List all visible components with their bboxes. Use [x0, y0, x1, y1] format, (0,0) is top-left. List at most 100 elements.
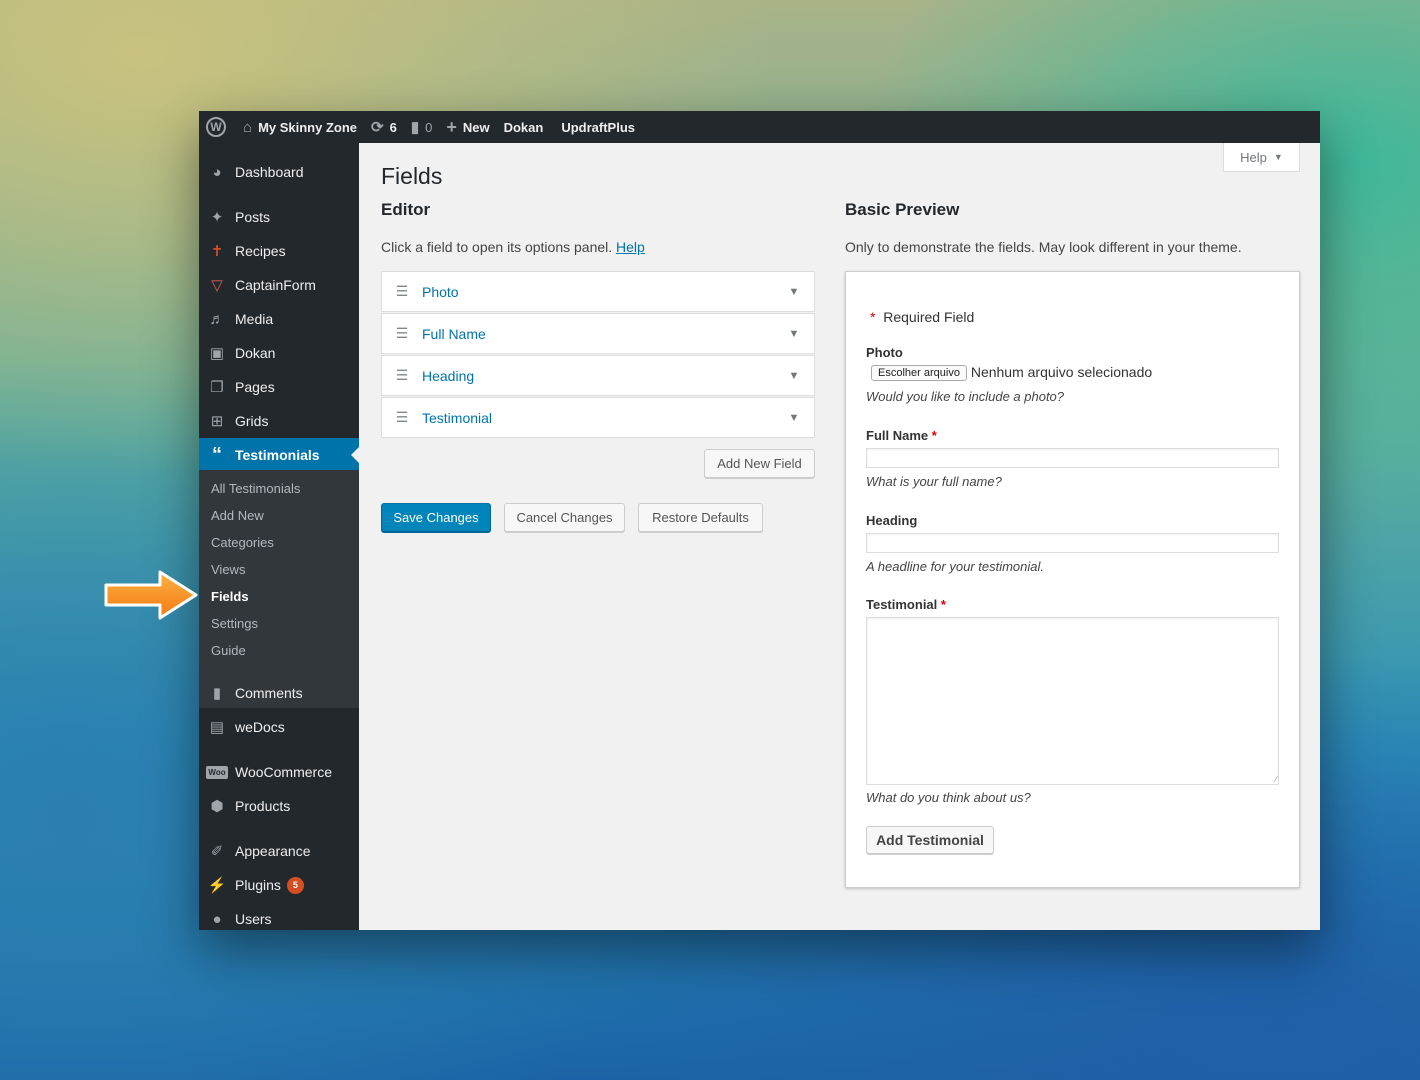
save-changes-button[interactable]: Save Changes [381, 503, 491, 532]
preview-panel: * Required Field Photo Escolher arquivo … [845, 271, 1300, 888]
sidebar-item-woocommerce[interactable]: Woo WooCommerce [199, 755, 359, 789]
heading-input[interactable] [866, 533, 1279, 553]
required-asterisk: * [940, 597, 946, 612]
fullname-label: Full Name * [866, 428, 937, 443]
brush-icon: ✐ [210, 843, 224, 860]
plugins-update-badge: 5 [286, 876, 304, 894]
sidebar-item-grids[interactable]: ⊞ Grids [199, 404, 359, 438]
sidebar-item-users[interactable]: ● Users [199, 902, 359, 930]
home-icon: ⌂ [243, 118, 253, 136]
preview-description: Only to demonstrate the fields. May look… [845, 239, 1242, 255]
admin-bar-dokan[interactable]: Dokan [497, 111, 551, 143]
photo-file-input: Escolher arquivo Nenhum arquivo selecion… [871, 364, 1153, 382]
testimonials-submenu: All Testimonials Add New Categories View… [199, 470, 359, 708]
user-icon: ● [212, 910, 222, 928]
sidebar-item-products[interactable]: ⬢ Products [199, 789, 359, 823]
drag-handle-icon[interactable]: ☰ [382, 367, 422, 384]
heading-label: Heading [866, 513, 918, 528]
updates-count: 6 [389, 119, 397, 135]
drag-handle-icon[interactable]: ☰ [382, 283, 422, 300]
sidebar-item-recipes[interactable]: ✝ Recipes [199, 234, 359, 268]
comment-bubble-icon: ▮ [410, 119, 420, 136]
fullname-hint: What is your full name? [866, 474, 1002, 489]
required-asterisk: * [931, 428, 937, 443]
submenu-categories[interactable]: Categories [211, 535, 274, 550]
sidebar-item-captainform[interactable]: ▽ CaptainForm [199, 268, 359, 302]
media-icon: ♬ [209, 310, 225, 328]
add-new-field-button[interactable]: Add New Field [704, 449, 815, 478]
caret-down-icon: ▼ [788, 285, 800, 298]
resize-handle-icon[interactable]: ∕ [1275, 774, 1277, 784]
sidebar-item-pages[interactable]: ❐ Pages [199, 370, 359, 404]
comments-link[interactable]: ▮ 0 [404, 111, 440, 143]
pin-icon: ✦ [210, 209, 224, 226]
testimonial-label: Testimonial * [866, 597, 946, 612]
site-name-link[interactable]: ⌂ My Skinny Zone [236, 111, 364, 143]
photo-hint: Would you like to include a photo? [866, 389, 1065, 404]
help-tab-button[interactable]: Help ▼ [1223, 143, 1300, 172]
add-testimonial-button[interactable]: Add Testimonial [866, 826, 994, 854]
recipes-icon: ✝ [210, 243, 224, 260]
sidebar-item-dashboard[interactable]: ◕ Dashboard [199, 155, 359, 189]
submenu-add-new[interactable]: Add New [211, 508, 264, 523]
sidebar-item-media[interactable]: ♬ Media [199, 302, 359, 336]
submenu-all-testimonials[interactable]: All Testimonials [211, 481, 300, 496]
editor-heading: Editor [381, 200, 431, 219]
testimonial-textarea[interactable]: ∕ [866, 617, 1279, 785]
plugin-icon: ⚡ [207, 877, 227, 894]
submenu-fields[interactable]: Fields [211, 589, 249, 604]
admin-sidebar: ◕ Dashboard ✦ Posts ✝ Recipes ▽ CaptainF… [199, 143, 359, 930]
caret-down-icon: ▼ [788, 411, 800, 424]
refresh-icon: ⟳ [371, 119, 384, 136]
plus-icon: + [446, 116, 457, 137]
choose-file-button[interactable]: Escolher arquivo [871, 365, 967, 382]
field-row-photo[interactable]: ☰ Photo ▼ [381, 271, 815, 312]
required-note: * Required Field [870, 309, 975, 325]
sidebar-item-comments[interactable]: ▮ Comments [199, 676, 359, 710]
dokan-icon: ▣ [209, 345, 225, 362]
caret-down-icon: ▼ [788, 369, 800, 382]
sidebar-item-plugins[interactable]: ⚡ Plugins 5 [199, 868, 359, 902]
testimonial-hint: What do you think about us? [866, 790, 1031, 805]
admin-bar-updraftplus[interactable]: UpdraftPlus [550, 111, 642, 143]
box-icon: ⬢ [210, 798, 224, 815]
admin-bar: W ⌂ My Skinny Zone ⟳ 6 ▮ 0 + New Dokan U… [199, 111, 1320, 143]
wp-logo-button[interactable]: W [199, 111, 236, 143]
wordpress-icon: W [206, 117, 226, 137]
file-status: Nenhum arquivo selecionado [970, 364, 1153, 380]
drag-handle-icon[interactable]: ☰ [382, 409, 422, 426]
grid-icon: ⊞ [210, 413, 224, 430]
sidebar-item-testimonials[interactable]: “ Testimonials [199, 438, 359, 472]
caret-down-icon: ▼ [1273, 152, 1283, 162]
sidebar-item-dokan[interactable]: ▣ Dokan [199, 336, 359, 370]
heading-hint: A headline for your testimonial. [866, 559, 1045, 574]
page-title: Fields [381, 163, 443, 189]
woo-icon: Woo [206, 765, 228, 779]
updates-link[interactable]: ⟳ 6 [364, 111, 404, 143]
pages-icon: ❐ [210, 379, 224, 396]
editor-help-link[interactable]: Help [616, 239, 645, 255]
dashboard-icon: ◕ [212, 163, 222, 181]
submenu-views[interactable]: Views [211, 562, 245, 577]
submenu-guide[interactable]: Guide [211, 643, 246, 658]
sidebar-item-appearance[interactable]: ✐ Appearance [199, 834, 359, 868]
docs-icon: ▤ [209, 719, 225, 736]
photo-label: Photo [866, 345, 903, 360]
comment-icon: ▮ [212, 685, 222, 702]
editor-description: Click a field to open its options panel.… [381, 239, 645, 255]
new-content-link[interactable]: + New [439, 111, 496, 143]
required-asterisk: * [870, 309, 876, 325]
restore-defaults-button[interactable]: Restore Defaults [638, 503, 763, 532]
preview-heading: Basic Preview [845, 200, 960, 219]
caret-down-icon: ▼ [788, 327, 800, 340]
cancel-changes-button[interactable]: Cancel Changes [504, 503, 625, 532]
field-row-full-name[interactable]: ☰ Full Name ▼ [381, 313, 815, 354]
quote-icon: “ [212, 443, 222, 466]
field-row-heading[interactable]: ☰ Heading ▼ [381, 355, 815, 396]
drag-handle-icon[interactable]: ☰ [382, 325, 422, 342]
submenu-settings[interactable]: Settings [211, 616, 258, 631]
field-row-testimonial[interactable]: ☰ Testimonial ▼ [381, 397, 815, 438]
sidebar-item-wedocs[interactable]: ▤ weDocs [199, 710, 359, 744]
sidebar-item-posts[interactable]: ✦ Posts [199, 200, 359, 234]
fullname-input[interactable] [866, 448, 1279, 468]
